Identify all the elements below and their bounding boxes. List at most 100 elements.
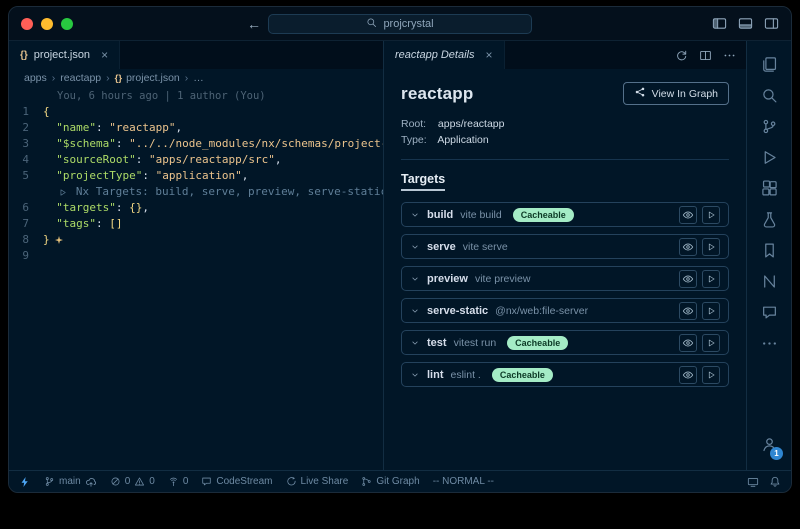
- code-line[interactable]: 9: [9, 248, 383, 264]
- view-target-button[interactable]: [679, 334, 697, 352]
- close-tab-icon[interactable]: ×: [101, 48, 108, 62]
- editor-group-right: reactapp Details × reactapp View In Grap…: [384, 41, 747, 470]
- target-row[interactable]: serve-static@nx/web:file-server: [401, 298, 729, 323]
- target-row[interactable]: servevite serve: [401, 234, 729, 259]
- tab-reactapp-details[interactable]: reactapp Details ×: [384, 41, 505, 69]
- minimize-window-button[interactable]: [41, 18, 53, 30]
- code-line[interactable]: 3 "$schema": "../../node_modules/nx/sche…: [9, 136, 383, 152]
- line-number[interactable]: 4: [9, 152, 43, 168]
- zoom-window-button[interactable]: [61, 18, 73, 30]
- explorer-icon[interactable]: [747, 49, 791, 80]
- testing-icon[interactable]: [747, 204, 791, 235]
- account-icon[interactable]: 1: [747, 431, 791, 462]
- git-graph-button[interactable]: Git Graph: [361, 476, 419, 487]
- target-actions: [679, 270, 720, 288]
- view-target-button[interactable]: [679, 302, 697, 320]
- line-number[interactable]: 8: [9, 232, 43, 248]
- more-actions-icon[interactable]: [723, 49, 736, 62]
- code-line[interactable]: 4 "sourceRoot": "apps/reactapp/src",: [9, 152, 383, 168]
- bookmarks-icon[interactable]: [747, 235, 791, 266]
- tab-project-json[interactable]: {} project.json ×: [9, 41, 120, 69]
- view-target-button[interactable]: [679, 270, 697, 288]
- breadcrumb-item[interactable]: apps: [24, 72, 47, 84]
- screen-icon: [747, 476, 759, 488]
- code-line[interactable]: 7 "tags": []: [9, 216, 383, 232]
- search-icon[interactable]: [747, 80, 791, 111]
- view-target-button[interactable]: [679, 206, 697, 224]
- gitlens-blame-lens[interactable]: You, 6 hours ago | 1 author (You): [9, 88, 383, 104]
- run-target-button[interactable]: [702, 206, 720, 224]
- extensions-icon[interactable]: [747, 173, 791, 204]
- chevron-down-icon[interactable]: [410, 306, 420, 316]
- vim-mode-indicator[interactable]: -- NORMAL --: [433, 476, 494, 487]
- code-line[interactable]: 5 "projectType": "application",: [9, 168, 383, 184]
- run-target-button[interactable]: [702, 334, 720, 352]
- nx-console-icon[interactable]: [747, 266, 791, 297]
- chevron-down-icon[interactable]: [410, 370, 420, 380]
- codestream-button[interactable]: CodeStream: [201, 476, 272, 487]
- screencast-icon[interactable]: [747, 476, 759, 488]
- close-tab-icon[interactable]: ×: [486, 48, 493, 62]
- code-line[interactable]: 2 "name": "reactapp",: [9, 120, 383, 136]
- problems-indicator[interactable]: 0 0: [110, 476, 155, 487]
- line-number[interactable]: [9, 184, 43, 200]
- code-line[interactable]: Nx Targets: build, serve, preview, serve…: [9, 184, 383, 200]
- line-number[interactable]: 5: [9, 168, 43, 184]
- source-control-icon[interactable]: [747, 111, 791, 142]
- line-number[interactable]: 3: [9, 136, 43, 152]
- breadcrumb-item[interactable]: reactapp: [60, 72, 101, 84]
- more-icon[interactable]: [747, 328, 791, 359]
- breadcrumb-item[interactable]: {}project.json: [115, 72, 180, 84]
- toggle-sidebar-right-icon[interactable]: [764, 16, 779, 31]
- split-editor-icon[interactable]: [699, 49, 712, 62]
- remote-indicator[interactable]: [19, 476, 31, 488]
- view-target-button[interactable]: [679, 238, 697, 256]
- line-number[interactable]: 1: [9, 104, 43, 120]
- line-number[interactable]: 6: [9, 200, 43, 216]
- traffic-lights: [21, 18, 73, 30]
- code-line[interactable]: 1{: [9, 104, 383, 120]
- project-title: reactapp: [401, 84, 473, 104]
- live-share-button[interactable]: Live Share: [286, 476, 349, 487]
- line-number[interactable]: 9: [9, 248, 43, 264]
- run-target-button[interactable]: [702, 270, 720, 288]
- run-debug-icon[interactable]: [747, 142, 791, 173]
- chevron-down-icon[interactable]: [410, 242, 420, 252]
- code-text: "tags": []: [43, 216, 123, 232]
- back-icon[interactable]: ←: [247, 16, 261, 32]
- status-bar-right: [747, 476, 781, 488]
- chevron-down-icon[interactable]: [410, 338, 420, 348]
- line-number[interactable]: 7: [9, 216, 43, 232]
- toggle-panel-icon[interactable]: [738, 16, 753, 31]
- view-in-graph-button[interactable]: View In Graph: [623, 82, 729, 105]
- run-target-button[interactable]: [702, 302, 720, 320]
- view-target-button[interactable]: [679, 366, 697, 384]
- search-value: projcrystal: [383, 18, 433, 30]
- chevron-down-icon[interactable]: [410, 274, 420, 284]
- run-target-button[interactable]: [702, 366, 720, 384]
- run-target-button[interactable]: [702, 238, 720, 256]
- target-row[interactable]: linteslint .Cacheable: [401, 362, 729, 387]
- code-text: Nx Targets: build, serve, preview, serve…: [43, 184, 383, 200]
- bell-icon[interactable]: [769, 476, 781, 488]
- command-center-search[interactable]: projcrystal: [268, 14, 532, 34]
- line-number[interactable]: 2: [9, 120, 43, 136]
- codestream-icon[interactable]: [747, 297, 791, 328]
- ports-indicator[interactable]: 0: [168, 476, 189, 487]
- code-line[interactable]: 8}: [9, 232, 383, 248]
- tab-bar-left: {} project.json ×: [9, 41, 383, 69]
- toggle-sidebar-left-icon[interactable]: [712, 16, 727, 31]
- target-row[interactable]: testvitest runCacheable: [401, 330, 729, 355]
- vscode-window: ← → projcrystal {} project.json × apps›r…: [8, 6, 792, 493]
- cacheable-badge: Cacheable: [507, 336, 568, 350]
- code-line[interactable]: 6 "targets": {},: [9, 200, 383, 216]
- chevron-down-icon[interactable]: [410, 210, 420, 220]
- close-window-button[interactable]: [21, 18, 33, 30]
- code-editor[interactable]: You, 6 hours ago | 1 author (You) 1{2 "n…: [9, 87, 383, 470]
- target-row[interactable]: previewvite preview: [401, 266, 729, 291]
- branch-indicator[interactable]: main: [44, 476, 97, 488]
- target-actions: [679, 334, 720, 352]
- refresh-icon[interactable]: [675, 49, 688, 62]
- target-row[interactable]: buildvite buildCacheable: [401, 202, 729, 227]
- breadcrumb-item[interactable]: …: [193, 72, 204, 84]
